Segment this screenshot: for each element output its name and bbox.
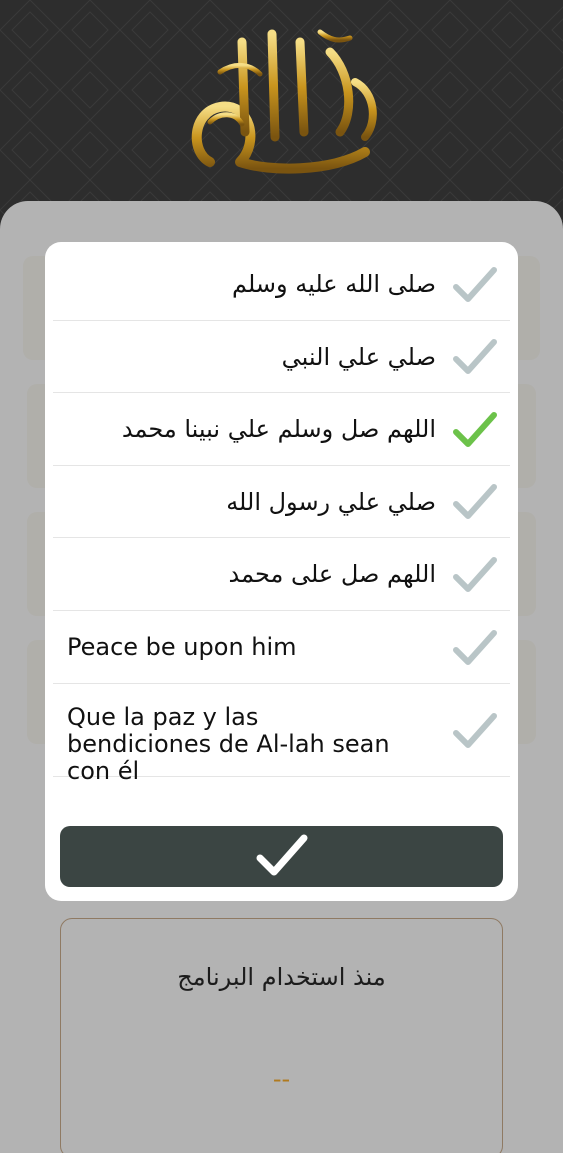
option-label: صلي علي رسول الله bbox=[226, 487, 436, 516]
option-label: Que la paz y las bendiciones de Al-lah s… bbox=[67, 702, 390, 785]
unchecked-icon bbox=[453, 712, 497, 748]
option-item[interactable]: Peace be upon him bbox=[53, 611, 510, 684]
unchecked-icon bbox=[453, 339, 497, 374]
option-item[interactable]: اللهم صل على محمد bbox=[53, 538, 510, 611]
option-label: اللهم صل على محمد bbox=[228, 560, 437, 588]
option-label: صلى الله عليه وسلم bbox=[232, 270, 436, 298]
calligraphy-rasul-allah-icon bbox=[191, 29, 377, 174]
confirm-button[interactable] bbox=[60, 826, 503, 887]
option-label: اللهم صل وسلم علي نبينا محمد bbox=[121, 415, 436, 443]
choice-dialog: صلى الله عليه وسلم صلي علي النبي اللهم صل … bbox=[45, 242, 518, 901]
option-item[interactable]: صلى الله عليه وسلم bbox=[53, 248, 510, 321]
option-item[interactable]: صلي علي رسول الله bbox=[53, 466, 510, 538]
unchecked-icon bbox=[453, 629, 497, 665]
unchecked-icon bbox=[453, 556, 497, 592]
option-item[interactable]: صلي علي النبي bbox=[53, 321, 510, 393]
option-label: Peace be upon him bbox=[67, 633, 297, 661]
stats-card: منذ استخدام البرنامج -- bbox=[60, 918, 503, 1153]
checked-icon bbox=[453, 411, 497, 447]
unchecked-icon bbox=[453, 484, 497, 519]
app-header bbox=[0, 0, 563, 230]
checkmark-icon bbox=[256, 834, 308, 876]
option-item[interactable]: Que la paz y las bendiciones de Al-lah s… bbox=[53, 684, 510, 784]
stats-label: منذ استخدام البرنامج bbox=[177, 963, 386, 991]
stats-value: -- bbox=[272, 1065, 291, 1093]
option-label: صلي علي النبي bbox=[281, 342, 436, 371]
option-item[interactable]: اللهم صل وسلم علي نبينا محمد bbox=[53, 393, 510, 466]
unchecked-icon bbox=[453, 266, 497, 302]
